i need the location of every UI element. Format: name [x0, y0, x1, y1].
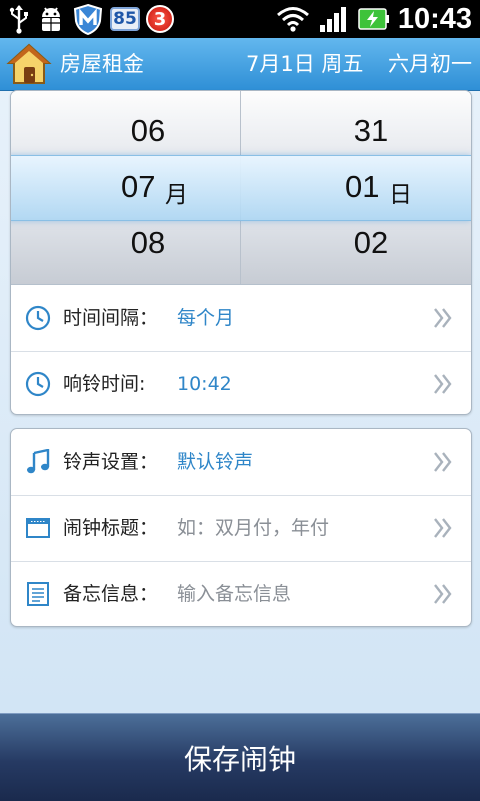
page-title: 房屋租金: [60, 52, 144, 76]
android-debug-icon: [36, 4, 66, 34]
ringtone-row[interactable]: 铃声设置： 默认铃声: [11, 429, 471, 495]
notification-badge-85: 85: [110, 7, 140, 31]
title-bar: 房屋租金 7月1日 周五 六月初一: [0, 38, 480, 91]
alarm-time-card: 06 31 07 月 01 日 08 02 时间间隔： 每个月 响铃时间: 10…: [10, 90, 472, 415]
chevron-right-icon: [433, 307, 453, 329]
ring-time-label: 响铃时间:: [63, 373, 146, 395]
chevron-right-icon: [433, 451, 453, 473]
interval-value: 每个月: [177, 307, 235, 329]
shield-m-icon: [72, 3, 104, 35]
signal-icon: [318, 5, 350, 33]
header-lunar-date: 六月初一: [388, 52, 472, 76]
alarm-title-row[interactable]: 闹钟标题： 如：双月付，年付: [11, 495, 471, 561]
save-alarm-button[interactable]: 保存闹钟: [0, 713, 480, 801]
date-picker[interactable]: 06 31 07 月 01 日 08 02: [11, 91, 471, 285]
ringtone-label: 铃声设置：: [63, 451, 159, 473]
day-prev[interactable]: 31: [311, 113, 431, 149]
memo-row[interactable]: 备忘信息： 输入备忘信息: [11, 561, 471, 626]
memo-input[interactable]: 输入备忘信息: [177, 561, 291, 626]
chevron-right-icon: [433, 517, 453, 539]
day-next[interactable]: 02: [311, 225, 431, 261]
day-unit: 日: [389, 182, 412, 208]
chevron-right-icon: [433, 583, 453, 605]
month-selected[interactable]: 07: [121, 169, 155, 205]
header-date: 7月1日 周五: [246, 52, 364, 76]
ring-time-row[interactable]: 响铃时间: 10:42: [11, 351, 471, 414]
battery-charging-icon: [358, 5, 390, 33]
status-left-icons: 85 3: [8, 2, 174, 36]
usb-icon: [8, 4, 30, 34]
month-prev[interactable]: 06: [88, 113, 208, 149]
ring-time-value: 10:42: [177, 373, 232, 395]
status-bar: 85 3 10:43: [0, 0, 480, 38]
month-unit: 月: [165, 182, 188, 208]
clock-icon: [25, 305, 51, 331]
month-next[interactable]: 08: [88, 225, 208, 261]
window-icon: [25, 515, 51, 541]
memo-label: 备忘信息：: [63, 583, 159, 605]
music-note-icon: [25, 448, 51, 475]
interval-row[interactable]: 时间间隔： 每个月: [11, 285, 471, 351]
memo-icon: [25, 581, 51, 607]
home-icon[interactable]: [6, 41, 52, 87]
status-time: 10:43: [397, 2, 472, 35]
wifi-icon: [276, 5, 310, 33]
status-right-icons: 10:43: [276, 0, 472, 38]
day-selected[interactable]: 01: [345, 169, 379, 205]
alarm-details-card: 铃声设置： 默认铃声 闹钟标题： 如：双月付，年付 备忘信息： 输入备忘信息: [10, 428, 472, 627]
alarm-title-label: 闹钟标题：: [63, 517, 159, 539]
clock-icon: [25, 371, 51, 397]
notification-badge-3: 3: [146, 5, 174, 33]
ringtone-value: 默认铃声: [177, 451, 254, 473]
alarm-title-input[interactable]: 如：双月付，年付: [177, 495, 329, 561]
interval-label: 时间间隔：: [63, 307, 159, 329]
chevron-right-icon: [433, 373, 453, 395]
